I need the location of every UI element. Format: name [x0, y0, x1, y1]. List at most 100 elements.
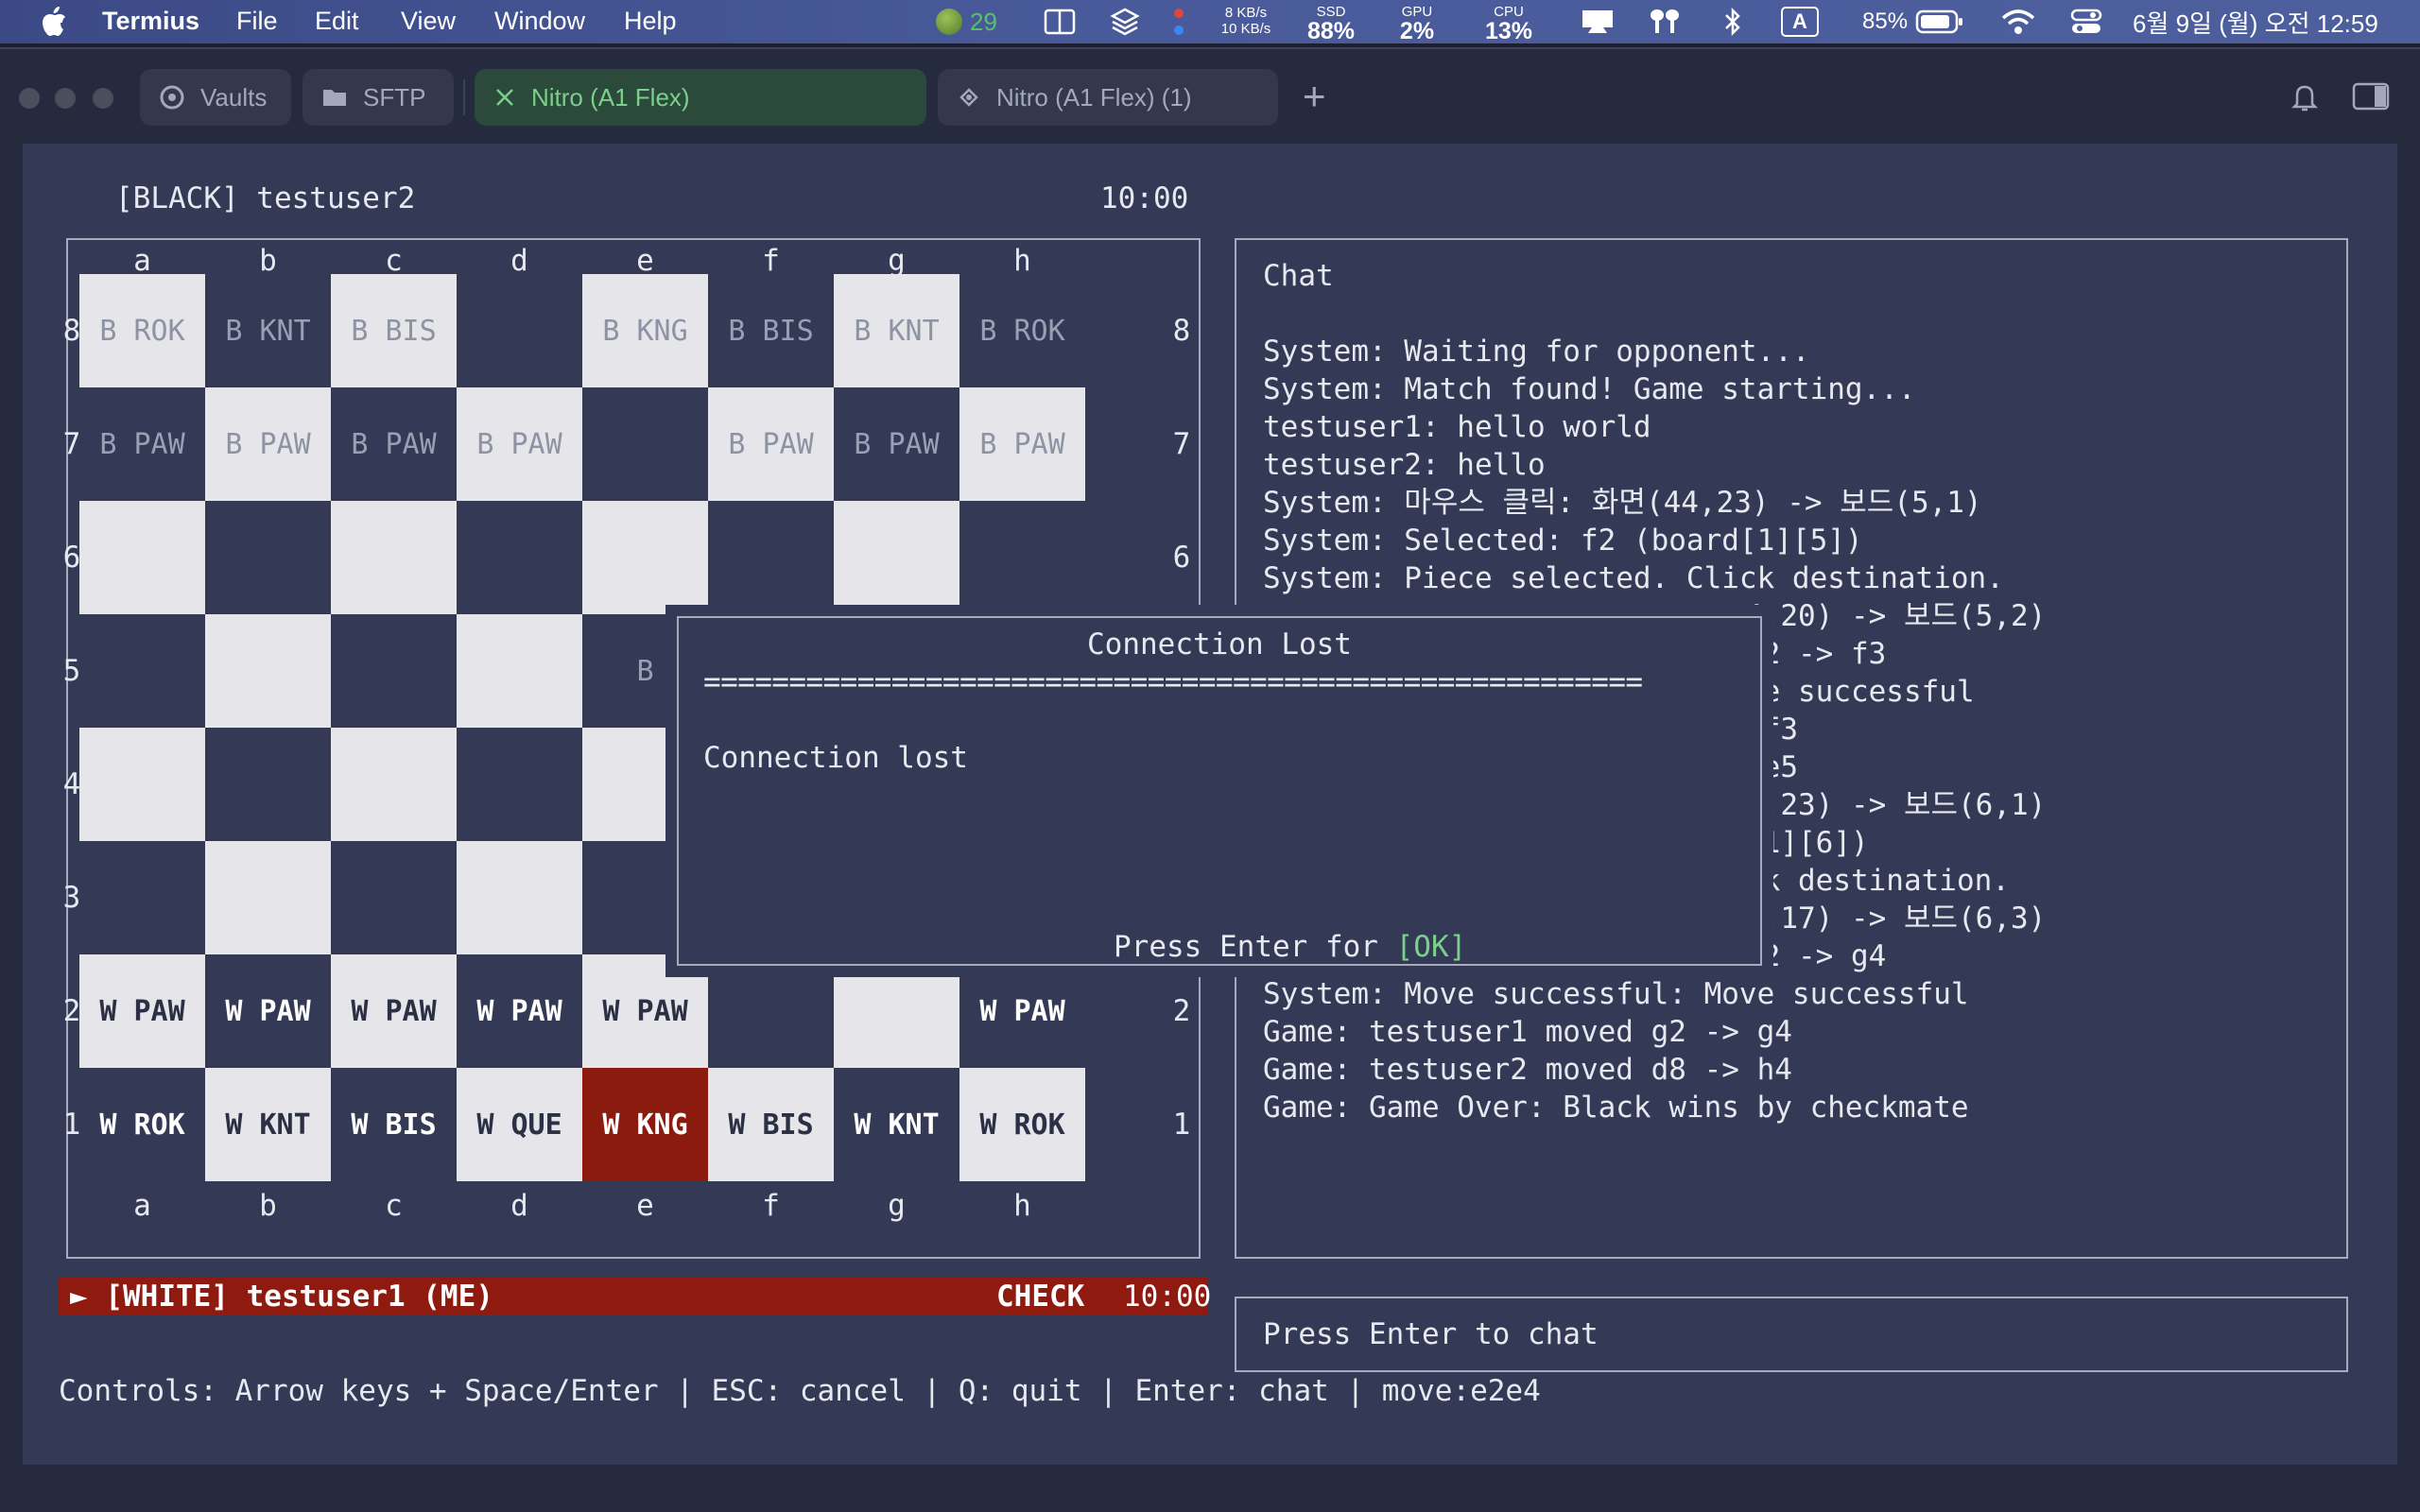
chat-input[interactable]: Press Enter to chat [1235, 1297, 2348, 1372]
board-square-c8[interactable]: B BIS [331, 274, 457, 387]
board-square-b6[interactable] [205, 501, 331, 614]
file-label-f: f [762, 1189, 780, 1223]
board-square-c1[interactable]: W BIS [331, 1068, 457, 1181]
close-window-button[interactable] [19, 88, 40, 109]
menu-file[interactable]: File [236, 7, 278, 36]
board-square-d7[interactable]: B PAW [457, 387, 582, 501]
chat-line: System: Match found! Game starting... [1263, 372, 1916, 406]
board-square-a1[interactable]: W ROK [79, 1068, 205, 1181]
menu-window[interactable]: Window [494, 7, 585, 36]
board-square-a7[interactable]: B PAW [79, 387, 205, 501]
battery-status[interactable]: 85% [1862, 0, 1964, 43]
board-square-h8[interactable]: B ROK [959, 274, 1085, 387]
board-square-a6[interactable] [79, 501, 205, 614]
board-square-f8[interactable]: B BIS [708, 274, 834, 387]
tab-nitro-a1-flex-1[interactable]: Nitro (A1 Flex) (1) [938, 69, 1278, 126]
board-square-d1[interactable]: W QUE [457, 1068, 582, 1181]
board-square-c2[interactable]: W PAW [331, 954, 457, 1068]
board-square-a8[interactable]: B ROK [79, 274, 205, 387]
control-center-icon[interactable] [2070, 0, 2102, 43]
menu-help[interactable]: Help [624, 7, 677, 36]
board-square-h6[interactable] [959, 501, 1085, 614]
board-square-c7[interactable]: B PAW [331, 387, 457, 501]
board-square-f7[interactable]: B PAW [708, 387, 834, 501]
minimize-window-button[interactable] [55, 88, 76, 109]
board-square-c5[interactable] [331, 614, 457, 728]
board-square-b8[interactable]: B KNT [205, 274, 331, 387]
new-tab-button[interactable]: + [1303, 76, 1326, 117]
board-square-b2[interactable]: W PAW [205, 954, 331, 1068]
board-square-a5[interactable] [79, 614, 205, 728]
board-square-c6[interactable] [331, 501, 457, 614]
wifi-icon[interactable] [2000, 0, 2036, 43]
display-icon[interactable] [1579, 0, 1616, 43]
dialog-prompt: Press Enter for [OK] [1114, 930, 1467, 964]
board-square-e7[interactable] [582, 387, 708, 501]
bell-icon[interactable] [2290, 81, 2320, 113]
menubar-clock[interactable]: 6월 9일 (월) 오전 12:59 [2133, 0, 2378, 43]
board-square-e1[interactable]: W KNG [582, 1068, 708, 1181]
split-view-icon[interactable] [1044, 0, 1076, 43]
network-speed: 8 KB/s 10 KB/s [1220, 5, 1271, 37]
tab-vaults[interactable]: Vaults [140, 69, 291, 126]
menu-edit[interactable]: Edit [315, 7, 359, 36]
input-source-icon[interactable]: A [1781, 0, 1819, 43]
board-square-g8[interactable]: B KNT [834, 274, 959, 387]
tab-divider [463, 79, 465, 115]
tab-nitro-a1-flex[interactable]: Nitro (A1 Flex) [475, 69, 926, 126]
board-square-g1[interactable]: W KNT [834, 1068, 959, 1181]
board-square-b7[interactable]: B PAW [205, 387, 331, 501]
board-square-d8[interactable] [457, 274, 582, 387]
board-square-a3[interactable] [79, 841, 205, 954]
controls-help: Controls: Arrow keys + Space/Enter | ESC… [59, 1374, 1541, 1408]
board-square-f1[interactable]: W BIS [708, 1068, 834, 1181]
tray-app-status[interactable]: 29 [936, 0, 997, 43]
board-square-h1[interactable]: W ROK [959, 1068, 1085, 1181]
board-square-d2[interactable]: W PAW [457, 954, 582, 1068]
board-square-b3[interactable] [205, 841, 331, 954]
sidebar-toggle-icon[interactable] [2352, 81, 2390, 112]
check-indicator: CHECK [996, 1280, 1085, 1314]
board-square-d6[interactable] [457, 501, 582, 614]
board-square-a4[interactable] [79, 728, 205, 841]
app-name-menu[interactable]: Termius [102, 7, 199, 36]
dialog-message: Connection lost [703, 741, 968, 775]
terminal-pane[interactable]: [BLACK] testuser2 10:00 abcdefgh abcdefg… [23, 144, 2397, 1465]
chat-input-placeholder: Press Enter to chat [1263, 1317, 1599, 1351]
board-square-c3[interactable] [331, 841, 457, 954]
zoom-window-button[interactable] [93, 88, 113, 109]
chat-line: ck destination. [1745, 864, 2010, 898]
battery-icon [1915, 9, 1963, 34]
board-square-b4[interactable] [205, 728, 331, 841]
board-square-g6[interactable] [834, 501, 959, 614]
file-label-d: d [510, 1189, 528, 1223]
board-square-d3[interactable] [457, 841, 582, 954]
board-square-f6[interactable] [708, 501, 834, 614]
board-square-d4[interactable] [457, 728, 582, 841]
chat-line: System: Piece selected. Click destinatio… [1263, 561, 2004, 595]
ssd-usage: SSD 88% [1306, 4, 1356, 44]
board-square-h7[interactable]: B PAW [959, 387, 1085, 501]
board-square-g7[interactable]: B PAW [834, 387, 959, 501]
board-square-e8[interactable]: B KNG [582, 274, 708, 387]
board-square-d5[interactable] [457, 614, 582, 728]
file-label-e: e [636, 1189, 654, 1223]
board-square-c4[interactable] [331, 728, 457, 841]
board-square-e6[interactable] [582, 501, 708, 614]
file-label-a: a [133, 1189, 151, 1223]
ok-button[interactable]: [OK] [1396, 930, 1467, 964]
tab-sftp[interactable]: SFTP [302, 69, 454, 126]
chat-line: Game: Game Over: Black wins by checkmate [1263, 1091, 1969, 1125]
menu-view[interactable]: View [401, 7, 456, 36]
board-square-b1[interactable]: W KNT [205, 1068, 331, 1181]
board-square-b5[interactable] [205, 614, 331, 728]
chat-line: System: Waiting for opponent... [1263, 335, 1810, 369]
recording-indicator-icon [1172, 0, 1185, 43]
close-icon[interactable] [493, 86, 516, 109]
dialog-separator: ========================================… [703, 665, 1643, 699]
board-square-a2[interactable]: W PAW [79, 954, 205, 1068]
apple-icon[interactable] [38, 6, 68, 38]
bluetooth-icon[interactable] [1722, 0, 1743, 43]
layers-icon[interactable] [1110, 0, 1140, 43]
airpods-icon[interactable] [1647, 0, 1683, 43]
